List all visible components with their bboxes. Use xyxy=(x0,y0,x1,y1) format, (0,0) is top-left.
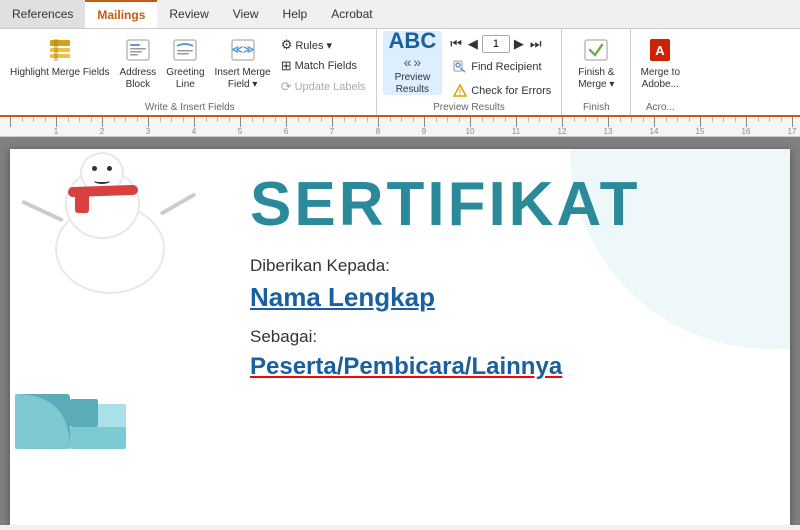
snowman-illustration xyxy=(40,164,180,294)
finish-merge-btn[interactable]: Finish &Merge ▾ xyxy=(568,31,624,94)
address-block-label: AddressBlock xyxy=(120,67,157,91)
match-fields-label: Match Fields xyxy=(295,60,357,72)
nav-last-btn[interactable]: ⏭ xyxy=(528,35,544,53)
tab-references[interactable]: References xyxy=(0,0,85,28)
document-page: SERTIFIKAT Diberikan Kepada: Nama Lengka… xyxy=(10,149,790,525)
update-labels-btn[interactable]: ⟳ Update Labels xyxy=(277,77,370,97)
insert-merge-label: Insert MergeField ▾ xyxy=(215,67,271,91)
nav-next-btn[interactable]: ▶ xyxy=(512,35,526,53)
merge-adobe-label: Merge toAdobe... xyxy=(641,67,680,91)
nav-first-btn[interactable]: ⏮ xyxy=(448,35,464,53)
rules-label: Rules ▾ xyxy=(295,39,332,52)
greeting-line-label: GreetingLine xyxy=(166,67,204,91)
preview-results-group: ABC « » PreviewResults ⏮ ◀ ▶ ⏭ xyxy=(377,29,563,115)
acrobat-group-label: Acro... xyxy=(631,102,689,113)
finish-group-label: Finish xyxy=(562,102,630,113)
match-fields-btn[interactable]: ⊞ Match Fields xyxy=(277,56,370,76)
highlight-merge-label: Highlight Merge Fields xyxy=(10,67,110,79)
ribbon-tabs: References Mailings Review View Help Acr… xyxy=(0,0,800,29)
document-area: SERTIFIKAT Diberikan Kepada: Nama Lengka… xyxy=(0,137,800,525)
tab-mailings[interactable]: Mailings xyxy=(85,0,157,28)
insert-merge-btn[interactable]: ≪≫ Insert MergeField ▾ xyxy=(211,31,275,94)
preview-results-btn[interactable]: ABC « » PreviewResults xyxy=(383,31,443,95)
finish-merge-label: Finish &Merge ▾ xyxy=(578,67,614,91)
highlight-merge-btn[interactable]: Highlight Merge Fields xyxy=(6,31,114,82)
cert-left-panel xyxy=(10,149,240,459)
find-recipient-btn[interactable]: Find Recipient xyxy=(448,57,555,77)
acrobat-group: A Merge toAdobe... Acro... xyxy=(631,29,689,115)
cert-role: Peserta/Pembicara/Lainnya xyxy=(250,353,760,381)
write-insert-group-label: Write & Insert Fields xyxy=(4,102,376,113)
address-block-btn[interactable]: AddressBlock xyxy=(116,31,161,94)
cert-right-panel: SERTIFIKAT Diberikan Kepada: Nama Lengka… xyxy=(240,149,790,459)
cert-diberikan: Diberikan Kepada: xyxy=(250,256,760,276)
cert-sebagai: Sebagai: xyxy=(250,327,760,347)
check-errors-label: Check for Errors xyxy=(471,85,551,97)
write-insert-group: Highlight Merge Fields AddressBlock xyxy=(4,29,377,115)
merge-adobe-btn[interactable]: A Merge toAdobe... xyxy=(635,31,685,94)
rules-btn[interactable]: ⚙ Rules ▾ xyxy=(277,35,370,55)
svg-text:A: A xyxy=(656,43,666,58)
cert-name: Nama Lengkap xyxy=(250,282,435,313)
update-labels-label: Update Labels xyxy=(295,81,366,93)
check-errors-btn[interactable]: ! Check for Errors xyxy=(448,81,555,101)
nav-page-input[interactable] xyxy=(482,35,510,53)
tab-acrobat[interactable]: Acrobat xyxy=(319,0,384,28)
finish-group: Finish &Merge ▾ Finish xyxy=(562,29,631,115)
find-recipient-label: Find Recipient xyxy=(471,61,541,73)
preview-results-group-label: Preview Results xyxy=(377,102,562,113)
svg-text:!: ! xyxy=(459,88,462,97)
ribbon-content: Highlight Merge Fields AddressBlock xyxy=(0,29,800,117)
nav-prev-btn[interactable]: ◀ xyxy=(466,35,480,53)
svg-text:≪≫: ≪≫ xyxy=(231,44,254,56)
tab-view[interactable]: View xyxy=(221,0,271,28)
cert-title: SERTIFIKAT xyxy=(250,174,760,236)
tab-help[interactable]: Help xyxy=(271,0,320,28)
preview-results-label: PreviewResults xyxy=(395,72,431,96)
tab-review[interactable]: Review xyxy=(157,0,220,28)
ruler: 1234567891011121314151617 xyxy=(0,117,800,137)
greeting-line-btn[interactable]: GreetingLine xyxy=(162,31,208,94)
geo-shapes xyxy=(10,344,190,459)
